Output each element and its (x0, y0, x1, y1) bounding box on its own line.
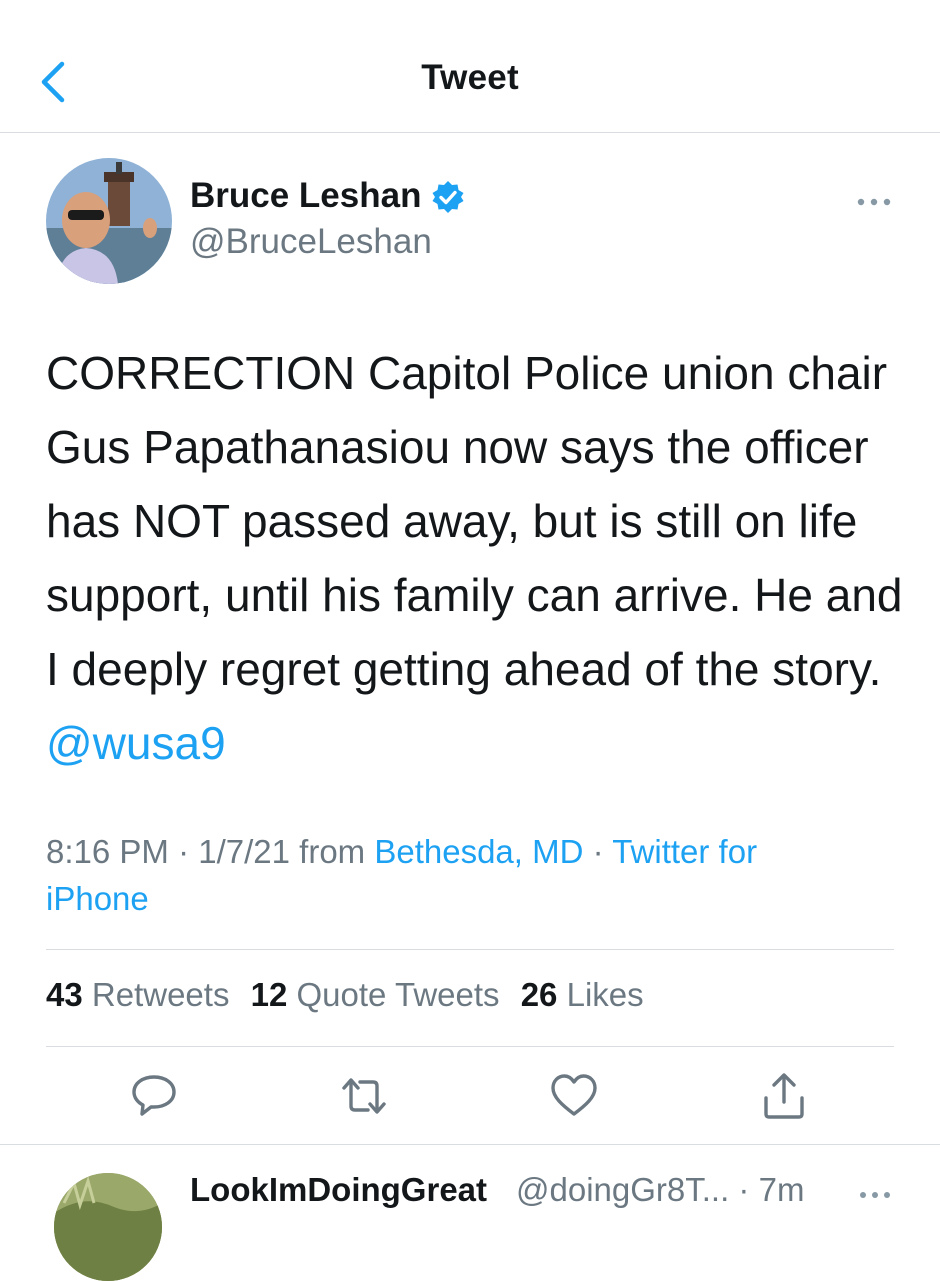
retweet-icon (342, 1078, 386, 1114)
action-bar (0, 1070, 940, 1130)
reply-more-options-button[interactable] (858, 1187, 892, 1198)
reply-author-handle: @doingGr8T... (516, 1171, 730, 1208)
reply-icon (132, 1075, 176, 1116)
reply-item[interactable]: LookImDoingGreat @doingGr8T... · 7m (0, 1144, 940, 1281)
quotes-count: 12 (250, 976, 288, 1013)
tweet-text: CORRECTION Capitol Police union chair Gu… (46, 336, 916, 780)
tweet-text-main: CORRECTION Capitol Police union chair Gu… (46, 347, 903, 695)
share-icon (764, 1073, 804, 1119)
divider (46, 949, 894, 950)
retweets-stat[interactable]: 43 Retweets (46, 976, 229, 1013)
author-name: Bruce Leshan (190, 176, 422, 215)
quotes-stat[interactable]: 12 Quote Tweets (251, 976, 500, 1013)
retweets-label: Retweets (91, 976, 230, 1013)
more-options-icon (860, 1192, 890, 1198)
quotes-label: Quote Tweets (296, 976, 500, 1013)
author-avatar[interactable] (46, 158, 172, 284)
more-options-button[interactable] (856, 194, 892, 206)
meta-separator: · (592, 833, 604, 870)
verified-badge-icon (432, 181, 464, 213)
author-name-row[interactable]: Bruce Leshan (190, 176, 465, 216)
share-button[interactable] (758, 1070, 810, 1122)
like-button[interactable] (548, 1070, 600, 1122)
avatar-photo (46, 158, 172, 284)
tweet-stats: 43 Retweets 12 Quote Tweets 26 Likes (46, 976, 656, 1014)
tweet-date: 1/7/21 (198, 833, 290, 870)
reply-handle-time: @doingGr8T... · 7m (516, 1171, 805, 1208)
divider (46, 1046, 894, 1047)
tweet-time: 8:16 PM (46, 833, 169, 870)
page-title: Tweet (421, 58, 519, 97)
reply-button[interactable] (128, 1070, 180, 1122)
likes-count: 26 (520, 976, 558, 1013)
likes-label: Likes (566, 976, 644, 1013)
reply-avatar[interactable] (54, 1173, 162, 1281)
location-link[interactable]: Bethesda, MD (374, 833, 583, 870)
retweet-button[interactable] (338, 1070, 390, 1122)
tweet-meta: 8:16 PM · 1/7/21 from Bethesda, MD · Twi… (46, 828, 866, 922)
meta-separator: · (178, 833, 190, 870)
more-options-icon (857, 198, 891, 206)
like-icon (551, 1074, 597, 1116)
from-label: from (299, 833, 366, 870)
likes-stat[interactable]: 26 Likes (521, 976, 644, 1013)
reply-time: 7m (758, 1171, 805, 1208)
retweets-count: 43 (46, 976, 83, 1013)
reply-author-name: LookImDoingGreat (190, 1171, 488, 1208)
mention-link[interactable]: @wusa9 (46, 717, 226, 769)
reply-avatar-photo (54, 1173, 162, 1281)
author-handle[interactable]: @BruceLeshan (190, 222, 432, 262)
top-bar: Tweet (0, 0, 940, 133)
